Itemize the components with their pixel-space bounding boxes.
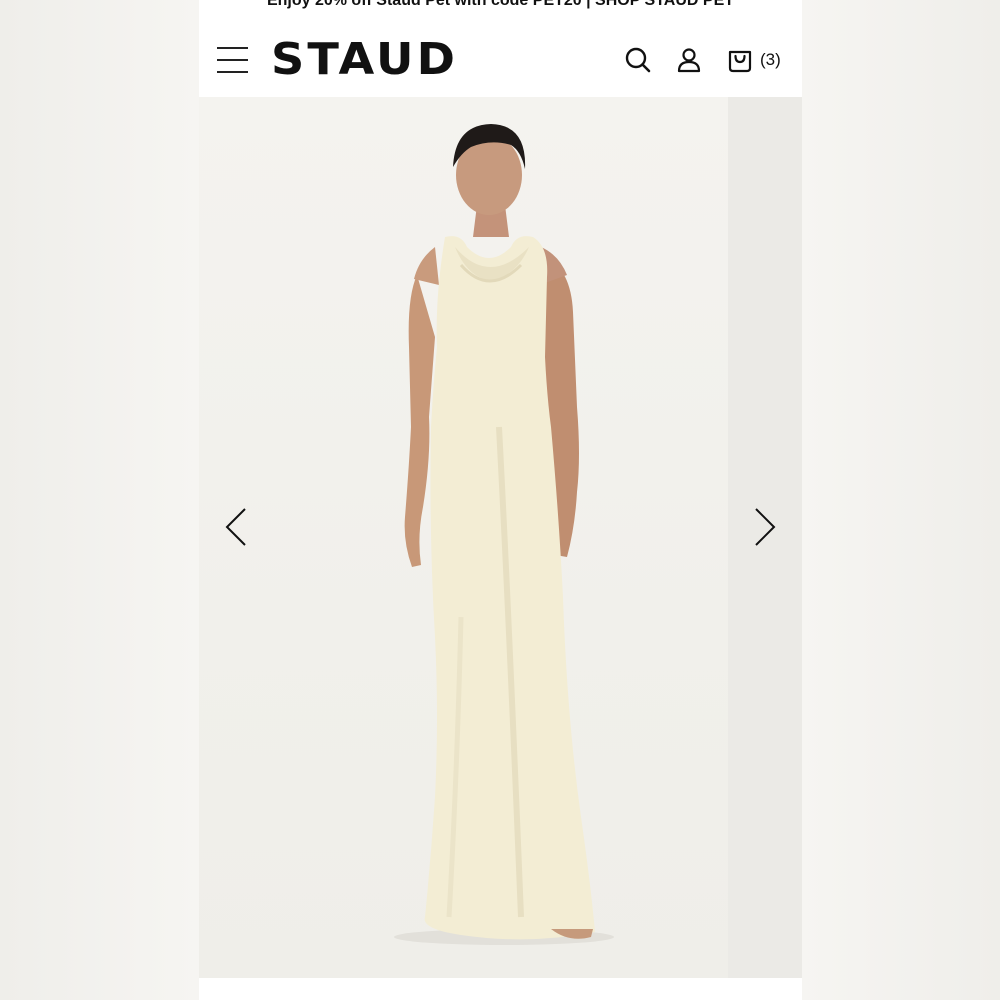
chevron-left-icon[interactable]: [217, 497, 257, 557]
search-icon[interactable]: [624, 46, 652, 74]
cart-count[interactable]: (3): [760, 50, 781, 70]
brand-logo[interactable]: STAUD: [271, 36, 458, 84]
product-image: [199, 97, 728, 978]
site-header: STAUD (3): [199, 14, 802, 97]
shopping-bag-icon[interactable]: [726, 46, 754, 74]
chevron-right-icon[interactable]: [744, 497, 784, 557]
model-in-dress-image: [394, 124, 614, 945]
hamburger-menu-icon[interactable]: [217, 45, 249, 75]
mobile-page: Enjoy 20% off Staud Pet with code PET20 …: [199, 0, 802, 1000]
below-image-area: [199, 978, 802, 1000]
product-image-carousel[interactable]: [199, 97, 802, 978]
user-icon[interactable]: [675, 46, 703, 74]
promo-banner[interactable]: Enjoy 20% off Staud Pet with code PET20 …: [199, 0, 802, 10]
